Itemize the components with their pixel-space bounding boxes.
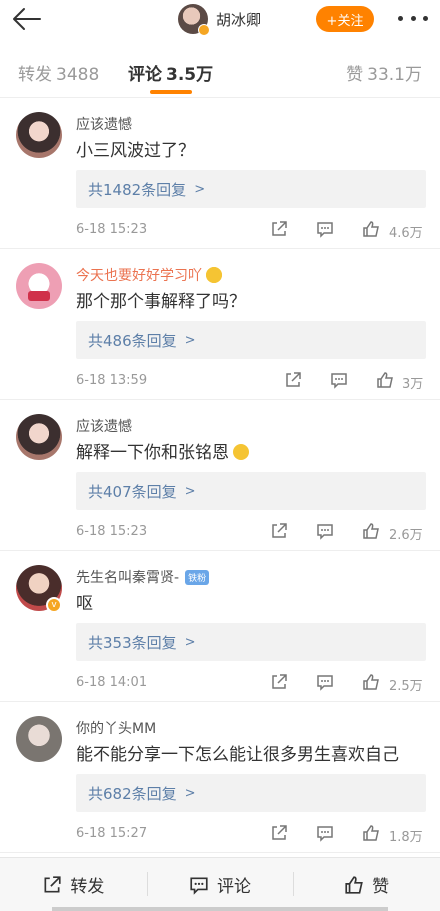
tab-likes[interactable]: 赞 33.1万 xyxy=(346,60,422,85)
comment-time: 6-18 15:23 xyxy=(76,524,148,539)
chevron-right-icon: > xyxy=(184,332,196,348)
comment-item: v 先生名叫秦霄贤- 铁粉 呕 共353条回复 > 6-18 14:01 2.5万 xyxy=(0,551,440,702)
share-icon[interactable] xyxy=(284,371,302,389)
thumbs-up-icon[interactable] xyxy=(362,673,380,691)
comment-icon[interactable] xyxy=(330,371,348,389)
comment-username[interactable]: 应该遗憾 xyxy=(76,114,132,134)
replies-link[interactable]: 共1482条回复 > xyxy=(76,170,426,208)
like-count: 3万 xyxy=(402,377,424,392)
comment-icon xyxy=(190,877,208,895)
author-name[interactable]: 胡冰卿 xyxy=(216,9,261,30)
tab-comments[interactable]: 评论 3.5万 xyxy=(128,60,213,85)
comment-text: 小三风波过了？ xyxy=(76,141,195,161)
comment-text: 能不能分享一下怎么能让很多男生喜欢自己 xyxy=(76,745,399,765)
comment-icon[interactable] xyxy=(316,673,334,691)
avatar[interactable] xyxy=(16,414,62,460)
like-count: 4.6万 xyxy=(389,226,423,241)
comment-meta: 6-18 15:23 2.6万 xyxy=(76,522,426,543)
replies-link[interactable]: 共353条回复 > xyxy=(76,623,426,661)
chevron-right-icon: > xyxy=(184,785,196,801)
thumbs-up-icon[interactable] xyxy=(362,824,380,842)
comment-text: 那个那个事解释了吗？ xyxy=(76,292,246,312)
replies-link[interactable]: 共682条回复 > xyxy=(76,774,426,812)
comment-item: 应该遗憾 小三风波过了？ 共1482条回复 > 6-18 15:23 4.6万 xyxy=(0,98,440,249)
author-avatar[interactable] xyxy=(178,4,210,36)
like-count: 1.8万 xyxy=(389,830,423,845)
comment-username[interactable]: 今天也要好好学习吖 xyxy=(76,265,222,285)
heart-eyes-emoji-icon xyxy=(206,267,222,283)
comment-meta: 6-18 15:23 4.6万 xyxy=(76,220,426,241)
avatar[interactable] xyxy=(16,716,62,762)
thumbs-up-icon[interactable] xyxy=(362,522,380,540)
share-icon[interactable] xyxy=(270,824,288,842)
share-icon[interactable] xyxy=(270,220,288,238)
repost-button[interactable]: 转发 xyxy=(0,858,147,911)
avatar[interactable] xyxy=(16,112,62,158)
more-options-icon[interactable] xyxy=(398,12,428,24)
fan-badge: 铁粉 xyxy=(185,569,210,585)
chevron-right-icon: > xyxy=(184,634,196,650)
comment-icon[interactable] xyxy=(316,220,334,238)
comment-text: 呕 xyxy=(76,594,93,614)
comment-time: 6-18 15:23 xyxy=(76,222,148,237)
share-icon[interactable] xyxy=(270,522,288,540)
comment-item: 今天也要好好学习吖 那个那个事解释了吗？ 共486条回复 > 6-18 13:59… xyxy=(0,249,440,400)
comment-meta: 6-18 15:27 1.8万 xyxy=(76,824,426,845)
comment-username[interactable]: 应该遗憾 xyxy=(76,416,132,436)
tab-bar: 转发 3488 评论 3.5万 赞 33.1万 xyxy=(0,48,440,98)
chevron-right-icon: > xyxy=(194,181,206,197)
comment-item: 应该遗憾 解释一下你和张铭恩 共407条回复 > 6-18 15:23 2.6万 xyxy=(0,400,440,551)
verified-badge-icon xyxy=(198,24,210,36)
back-arrow-icon[interactable] xyxy=(10,6,42,32)
comment-icon[interactable] xyxy=(316,522,334,540)
smile-emoji-icon xyxy=(233,444,249,460)
comment-username[interactable]: 你的丫头MM xyxy=(76,718,156,738)
avatar[interactable] xyxy=(16,263,62,309)
comment-icon[interactable] xyxy=(316,824,334,842)
comment-list: 应该遗憾 小三风波过了？ 共1482条回复 > 6-18 15:23 4.6万 今… xyxy=(0,98,440,853)
comment-time: 6-18 13:59 xyxy=(76,373,148,388)
verified-badge-icon: v xyxy=(46,597,62,613)
comment-username[interactable]: 先生名叫秦霄贤- 铁粉 xyxy=(76,567,210,587)
comment-time: 6-18 14:01 xyxy=(76,675,148,690)
replies-link[interactable]: 共486条回复 > xyxy=(76,321,426,359)
thumbs-up-icon xyxy=(345,875,363,894)
comment-meta: 6-18 13:59 3万 xyxy=(76,371,426,392)
comment-time: 6-18 15:27 xyxy=(76,826,148,841)
chevron-right-icon: > xyxy=(184,483,196,499)
replies-link[interactable]: 共407条回复 > xyxy=(76,472,426,510)
tab-repost[interactable]: 转发 3488 xyxy=(18,60,99,85)
like-count: 2.5万 xyxy=(389,679,423,694)
active-tab-indicator xyxy=(150,90,192,94)
repost-icon xyxy=(44,875,61,892)
share-icon[interactable] xyxy=(270,673,288,691)
thumbs-up-icon[interactable] xyxy=(362,220,380,238)
author-info[interactable]: 胡冰卿 xyxy=(178,4,261,36)
home-indicator xyxy=(52,907,388,911)
comment-button[interactable]: 评论 xyxy=(146,858,294,911)
follow-button[interactable]: +关注 xyxy=(316,6,374,32)
like-count: 2.6万 xyxy=(389,528,423,543)
thumbs-up-icon[interactable] xyxy=(376,371,394,389)
comment-meta: 6-18 14:01 2.5万 xyxy=(76,673,426,694)
comment-text: 解释一下你和张铭恩 xyxy=(76,438,249,463)
comment-item: 你的丫头MM 能不能分享一下怎么能让很多男生喜欢自己 共682条回复 > 6-18… xyxy=(0,702,440,853)
bottom-action-bar: 转发 评论 赞 xyxy=(0,857,440,911)
top-bar: 胡冰卿 +关注 xyxy=(0,0,440,40)
like-button[interactable]: 赞 xyxy=(293,858,440,911)
